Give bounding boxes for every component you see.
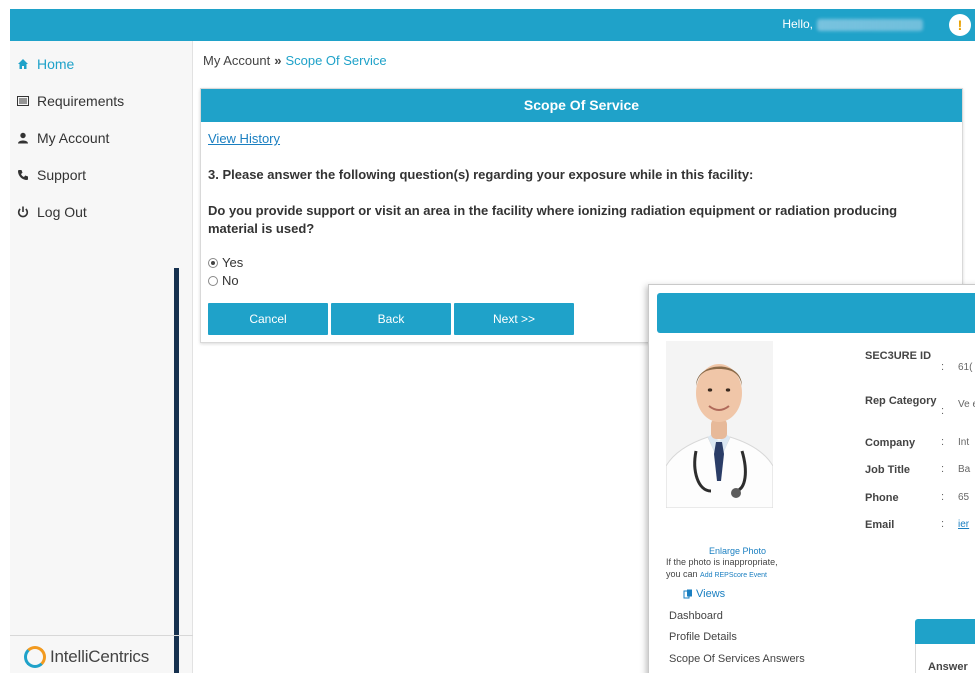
home-icon [16,57,30,71]
popup-header [657,293,975,333]
back-button[interactable]: Back [331,303,451,335]
question-intro: 3. Please answer the following question(… [208,167,754,182]
answers-card-title: Answer [928,661,968,673]
info-value-sec3ure-id: 61( [958,362,973,373]
sidebar-scroll-indicator [174,268,179,673]
info-value-company: Int [958,437,970,448]
info-value-job-title: Ba [958,464,971,475]
user-icon [16,131,30,145]
info-label-rep-category: Rep Category [865,395,937,407]
radio-no[interactable] [208,275,218,286]
photo-note: If the photo is inappropriate, you can A… [666,556,786,582]
info-value-phone: 65 [958,492,970,503]
sidebar-item-support[interactable]: Support [16,167,86,183]
option-label: Yes [222,255,244,270]
cancel-button[interactable]: Cancel [208,303,328,335]
info-label-company: Company [865,437,916,449]
info-colon: : [941,436,945,448]
sidebar-item-label: Log Out [37,204,87,220]
phone-icon [16,168,30,182]
answers-card-header [915,619,975,644]
user-greeting: Hello, [782,17,923,31]
info-colon: : [941,518,945,530]
logo-ring-icon [24,646,46,668]
info-colon: : [941,463,945,475]
list-icon [16,94,30,108]
add-repscore-event-link[interactable]: Add REPScore Event [700,572,767,579]
sidebar-item-label: Requirements [37,93,125,109]
logo-text: IntelliCentrics [50,647,150,666]
intellicentrics-logo: IntelliCentrics [24,646,149,668]
info-colon: : [941,405,945,417]
profile-photo[interactable] [666,341,773,508]
breadcrumb-separator: » [274,53,282,68]
info-value-rep-category: Ve exp [958,399,975,410]
views-title-text: Views [696,588,726,600]
option-yes[interactable]: Yes [208,255,243,270]
info-label-sec3ure-id: SEC3URE ID [865,350,932,362]
breadcrumb-root[interactable]: My Account [203,53,270,68]
user-name-redacted [817,18,923,31]
top-gap [0,0,975,9]
views-item-dashboard[interactable]: Dashboard [669,610,723,622]
greeting-text: Hello, [782,17,813,31]
question-text: Do you provide support or visit an area … [208,203,898,236]
option-no[interactable]: No [208,273,239,288]
info-label-email: Email [865,519,895,531]
sidebar-item-home[interactable]: Home [16,56,74,72]
sidebar-item-label: Home [37,56,75,72]
info-value-email[interactable]: ier [958,519,969,531]
radio-yes[interactable] [208,257,218,268]
info-colon: : [941,361,945,373]
info-label-job-title: Job Title [865,464,911,476]
profile-popup: SEC3URE ID : 61( Rep Category : Ve exp C… [648,284,975,673]
sidebar-item-label: My Account [37,130,110,146]
sidebar-item-label: Support [37,167,87,183]
views-item-profile-details[interactable]: Profile Details [669,631,737,643]
views-icon [683,589,693,599]
views-title: Views [683,588,725,600]
info-label-phone: Phone [865,492,899,504]
power-icon [16,205,30,219]
answers-card: Answer [915,644,975,673]
breadcrumb: My Account » Scope Of Service [203,53,387,68]
next-button[interactable]: Next >> [454,303,574,335]
app-window: Hello, ! Home Requirements My Account Su… [0,0,975,673]
enlarge-photo-link[interactable]: Enlarge Photo [709,546,766,556]
sidebar-item-log-out[interactable]: Log Out [16,204,87,220]
panel-title: Scope Of Service [201,89,962,122]
alert-icon[interactable]: ! [949,14,971,36]
views-item-scope-answers[interactable]: Scope Of Services Answers [669,653,805,665]
sidebar-divider [10,635,193,636]
option-label: No [222,273,239,288]
info-colon: : [941,491,945,503]
breadcrumb-current[interactable]: Scope Of Service [285,53,386,68]
top-bar: Hello, ! [10,9,975,41]
sidebar-item-my-account[interactable]: My Account [16,130,109,146]
view-history-link[interactable]: View History [208,131,280,146]
sidebar-item-requirements[interactable]: Requirements [16,93,124,109]
